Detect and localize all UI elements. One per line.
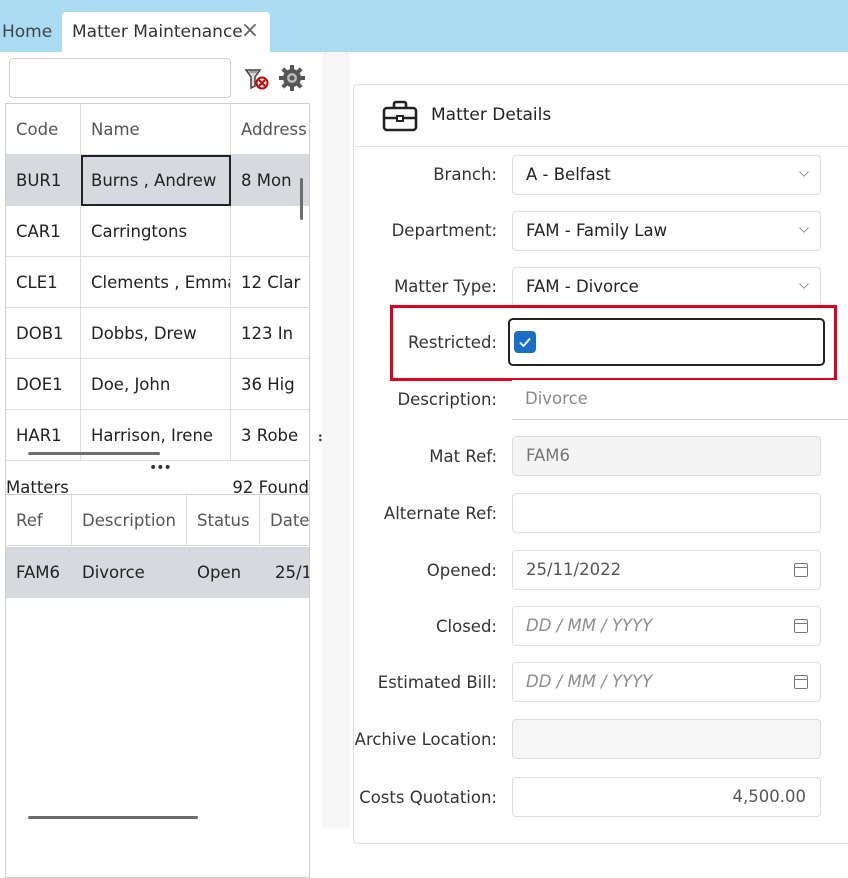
cell-code: CAR1 xyxy=(6,206,81,257)
table-row[interactable]: DOB1 Dobbs, Drew 123 In xyxy=(6,308,309,359)
column-header-code[interactable]: Code xyxy=(6,104,81,155)
column-header-ref[interactable]: Ref xyxy=(6,495,72,546)
cell-code: BUR1 xyxy=(6,155,81,206)
cell-address: 3 Robe xyxy=(241,426,299,445)
calendar-icon[interactable] xyxy=(794,619,808,633)
archive-location-input xyxy=(512,719,821,759)
column-header-name[interactable]: Name xyxy=(81,104,231,155)
tab-matter-maintenance[interactable]: Matter Maintenance × xyxy=(62,12,270,52)
branch-select[interactable]: A - Belfast xyxy=(512,155,821,195)
cell-ref: FAM6 xyxy=(6,547,72,598)
estimated-bill-placeholder: DD / MM / YYYY xyxy=(526,672,653,691)
costs-quotation-label: Costs Quotation: xyxy=(359,788,497,807)
card-title: Matter Details xyxy=(431,105,552,125)
briefcase-icon xyxy=(382,100,418,132)
table-row[interactable]: CLE1 Clements , Emma 12 Clar xyxy=(6,257,309,308)
splitter-handle[interactable]: ••• xyxy=(149,460,172,476)
mat-ref-input: FAM6 xyxy=(512,436,821,476)
estimated-bill-date-input[interactable]: DD / MM / YYYY xyxy=(512,662,821,702)
horizontal-scrollbar[interactable] xyxy=(28,452,160,455)
column-header-address[interactable]: Address xyxy=(231,104,309,155)
department-select[interactable]: FAM - Family Law xyxy=(512,211,821,251)
cell-code: DOB1 xyxy=(6,308,81,359)
branch-value: A - Belfast xyxy=(526,165,611,184)
clients-header-row: Code Name Address xyxy=(6,104,309,155)
cell-name: Burns , Andrew xyxy=(81,155,231,206)
matter-type-value: FAM - Divorce xyxy=(526,277,639,296)
cell-address xyxy=(231,206,309,257)
tab-home[interactable]: Home xyxy=(0,12,58,52)
horizontal-scrollbar[interactable] xyxy=(28,816,198,819)
alternate-ref-input[interactable] xyxy=(512,493,821,533)
cell-address: 8 Mon xyxy=(241,171,292,190)
column-header-status[interactable]: Status xyxy=(187,495,260,546)
costs-quotation-input[interactable]: 4,500.00 xyxy=(512,777,821,817)
description-input[interactable]: Divorce xyxy=(512,380,848,420)
matter-type-select[interactable]: FAM - Divorce xyxy=(512,267,821,307)
matter-type-label: Matter Type: xyxy=(394,277,497,296)
table-row[interactable]: BUR1 Burns , Andrew 8 Mon xyxy=(6,155,309,206)
mat-ref-label: Mat Ref: xyxy=(429,447,497,466)
archive-location-label: Archive Location: xyxy=(354,730,497,749)
column-header-date[interactable]: Date xyxy=(260,495,309,546)
cell-name: Carringtons xyxy=(81,206,231,257)
opened-label: Opened: xyxy=(426,561,497,580)
calendar-icon[interactable] xyxy=(794,675,808,689)
matters-header-row: Ref Description Status Date xyxy=(6,495,309,546)
card-header: Matter Details xyxy=(354,85,848,147)
cell-status: Open xyxy=(187,547,260,598)
table-row[interactable]: DOE1 Doe, John 36 Hig xyxy=(6,359,309,410)
cell-address: 123 In xyxy=(241,324,294,343)
highlight-box xyxy=(390,305,837,381)
cell-name: Dobbs, Drew xyxy=(81,308,231,359)
opened-date-input[interactable]: 25/11/2022 xyxy=(512,550,821,590)
column-header-description[interactable]: Description xyxy=(72,495,187,546)
left-panel: Code Name Address BUR1 Burns , Andrew 8 … xyxy=(0,52,324,878)
cell-name: Doe, John xyxy=(81,359,231,410)
cell-code: DOE1 xyxy=(6,359,81,410)
opened-value: 25/11/2022 xyxy=(526,560,622,579)
cell-date: 25/1 xyxy=(275,563,310,582)
tab-label: Matter Maintenance xyxy=(72,22,243,42)
table-row[interactable]: CAR1 Carringtons xyxy=(6,206,309,257)
close-icon[interactable]: × xyxy=(240,20,260,42)
calendar-icon[interactable] xyxy=(794,563,808,577)
department-value: FAM - Family Law xyxy=(526,221,668,240)
cell-code: CLE1 xyxy=(6,257,81,308)
search-input[interactable] xyxy=(9,58,231,98)
vertical-scrollbar[interactable] xyxy=(300,178,303,220)
closed-date-input[interactable]: DD / MM / YYYY xyxy=(512,606,821,646)
branch-label: Branch: xyxy=(433,165,497,184)
gear-icon[interactable] xyxy=(278,64,306,92)
alternate-ref-label: Alternate Ref: xyxy=(383,504,497,523)
cell-address: 12 Clar xyxy=(241,273,301,292)
matters-grid: Ref Description Status Date FAM6 Divorce… xyxy=(5,494,310,878)
cell-description: Divorce xyxy=(72,547,187,598)
chevron-down-icon xyxy=(799,223,809,233)
closed-label: Closed: xyxy=(436,617,497,636)
description-label: Description: xyxy=(397,390,497,409)
chevron-down-icon xyxy=(799,279,809,289)
estimated-bill-label: Estimated Bill: xyxy=(377,673,497,692)
cell-address: 36 Hig xyxy=(241,375,295,394)
panel-divider xyxy=(322,52,350,829)
table-row[interactable]: FAM6 Divorce Open 25/1 xyxy=(6,547,310,598)
closed-placeholder: DD / MM / YYYY xyxy=(526,616,653,635)
tab-bar: Home Matter Maintenance × xyxy=(0,0,848,52)
cell-name: Clements , Emma xyxy=(81,257,231,308)
chevron-down-icon xyxy=(799,167,809,177)
department-label: Department: xyxy=(391,221,497,240)
filter-clear-icon[interactable] xyxy=(243,64,271,92)
